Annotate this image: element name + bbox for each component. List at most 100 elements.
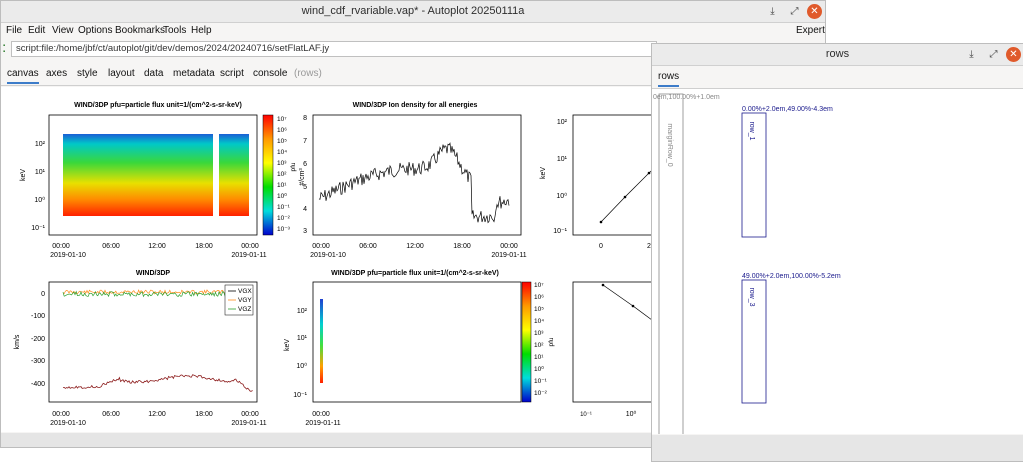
plot-4-legend-vgx: VGX: [238, 288, 252, 295]
plot-4-ytick: 0: [41, 291, 45, 298]
menu-view[interactable]: View: [52, 25, 74, 36]
row-1-label: 0.00%+2.0em,49.00%-4.3em: [742, 106, 833, 113]
plot-2-ytick: 8: [303, 115, 307, 122]
plot-5-colorbar: [521, 281, 532, 403]
plot-5-cbtick: 10⁻²: [534, 390, 548, 397]
menu-bar: File Edit View Options Bookmarks Tools H…: [1, 23, 825, 39]
plot-5-cbtick: 10⁰: [534, 365, 544, 373]
plot-5-cbtick: 10⁴: [534, 318, 544, 325]
plot-2-ytick: 4: [303, 206, 307, 213]
plot-3-point: [647, 171, 651, 175]
rows-title-bar[interactable]: rows ⤓ ⤢ ✕: [652, 44, 1023, 66]
plot-4-velocity[interactable]: WIND/3DP VGX VGY VGZ 0 -100 -200 -300 -4…: [14, 270, 267, 427]
plot-4-legend-vgz: VGZ: [238, 306, 251, 313]
plot-6-xtick-left: 10⁻¹: [580, 412, 592, 418]
plot-5-cbtick: 10³: [534, 330, 544, 337]
plot-1-spectrogram[interactable]: WIND/3DP pfu=particle flux unit=1/(cm^2-…: [20, 101, 297, 259]
plot-5-cbtick: 10⁶: [534, 294, 544, 301]
plot-1-cbtick: 10³: [277, 160, 287, 167]
menu-expert[interactable]: Expert: [796, 25, 825, 36]
plot-4-xdate: 2019-01-11: [231, 420, 266, 427]
plot-3-point: [623, 195, 627, 199]
plot-1-cbtick: 10⁶: [277, 127, 287, 134]
plot-5-cbtick: 10¹: [534, 354, 544, 361]
plot-1-xtick: 00:00: [241, 243, 259, 250]
plot-1-ytick: 10¹: [35, 169, 46, 176]
rows-layout-svg: 0em,100.00%+1.0em marginRow_0 0.00%+2.0e…: [653, 93, 841, 442]
plot-4-ytick: -300: [31, 358, 45, 365]
margin-row-rect-label: marginRow_0: [666, 123, 673, 166]
plot-5-ytick: 10¹: [297, 335, 308, 342]
menu-help[interactable]: Help: [191, 25, 212, 36]
plot-1-cbtick: 10⁷: [277, 116, 287, 123]
menu-options[interactable]: Options: [78, 25, 112, 36]
menu-bookmarks[interactable]: Bookmarks: [115, 25, 165, 36]
tab-canvas[interactable]: canvas: [7, 68, 39, 84]
plot-4-ytick: -100: [31, 313, 45, 320]
rows-layout-canvas[interactable]: 0em,100.00%+1.0em marginRow_0 0.00%+2.0e…: [652, 89, 1023, 442]
rows-window: rows ⤓ ⤢ ✕ rows 0em,100.00%+1.0em margin…: [651, 43, 1023, 462]
address-input[interactable]: script:file:/home/jbf/ct/autoplot/git/de…: [11, 41, 657, 57]
plot-1-spectrum-left: [63, 134, 213, 216]
menu-edit[interactable]: Edit: [28, 25, 45, 36]
tab-console[interactable]: console: [253, 68, 287, 79]
plot-5-ytick: 10²: [297, 308, 308, 315]
plot-5-title: WIND/3DP pfu=particle flux unit=1/(cm^2-…: [331, 269, 499, 277]
plot-1-cbtick: 10⁻¹: [277, 204, 291, 211]
maximize-icon[interactable]: ⤢: [986, 47, 1001, 62]
plot-6-point: [631, 304, 635, 308]
tab-axes[interactable]: axes: [46, 68, 67, 79]
maximize-icon[interactable]: ⤢: [787, 4, 802, 19]
menu-tools[interactable]: Tools: [163, 25, 186, 36]
menu-file[interactable]: File: [6, 25, 22, 36]
plot-4-xtick: 18:00: [195, 411, 213, 418]
plot-2-ion-density[interactable]: WIND/3DP Ion density for all energies 8 …: [299, 102, 527, 259]
plot-5-xtick: 00:00: [312, 411, 330, 418]
plot-3-point: [599, 220, 603, 224]
close-icon[interactable]: ✕: [1006, 47, 1021, 62]
plot-1-cbtick: 10²: [277, 171, 287, 178]
tab-rows[interactable]: rows: [658, 71, 680, 87]
plot-1-ytick: 10⁰: [34, 196, 45, 204]
minimize-icon[interactable]: ⤓: [964, 47, 979, 62]
plot-4-ylabel: km/s: [14, 334, 21, 349]
margin-row-label: 0em,100.00%+1.0em: [653, 94, 720, 101]
tab-style[interactable]: style: [77, 68, 98, 79]
plot-2-density-line: [318, 142, 510, 224]
tab-data[interactable]: data: [144, 68, 163, 79]
minimize-icon[interactable]: ⤓: [765, 4, 780, 19]
tab-layout[interactable]: layout: [108, 68, 135, 79]
plot-2-xtick: 18:00: [453, 243, 471, 250]
plot-4-ytick: -200: [31, 336, 45, 343]
plot-1-xtick: 06:00: [102, 243, 120, 250]
plot-1-xtick: 00:00: [52, 243, 70, 250]
tab-script[interactable]: script: [220, 68, 244, 79]
plot-5-ylabel: keV: [284, 339, 291, 351]
plot-1-ytick: 10²: [35, 141, 46, 148]
plot-1-xtick: 18:00: [195, 243, 213, 250]
plot-5-xdate: 2019-01-11: [305, 420, 340, 427]
plot-1-cbtick: 10⁻³: [277, 226, 291, 233]
plot-4-ytick: -400: [31, 381, 45, 388]
tab-rows[interactable]: (rows): [294, 68, 322, 79]
script-icon[interactable]: ▪ ▪: [3, 43, 9, 55]
plot-1-spectrum-right: [219, 134, 249, 216]
plot-1-colorbar: [262, 114, 274, 236]
plot-5-cbtick: 10²: [534, 342, 544, 349]
rows-tab-bar: rows: [652, 66, 1023, 89]
plot-5-ytick: 10⁻¹: [293, 392, 307, 399]
plot-1-cbtick: 10⁻²: [277, 215, 291, 222]
plot-4-xdate: 2019-01-10: [50, 420, 86, 427]
plot-1-xdate: 2019-01-10: [50, 252, 86, 259]
plot-5-cbtick: 10⁷: [534, 282, 544, 289]
title-bar[interactable]: wind_cdf_rvariable.vap* - Autoplot 20250…: [1, 1, 825, 23]
plot-5-cbtick: 10⁵: [534, 306, 544, 313]
window-title: wind_cdf_rvariable.vap* - Autoplot 20250…: [301, 5, 525, 17]
plot-2-ytick: 3: [303, 228, 307, 235]
plot-5-spectrogram[interactable]: WIND/3DP pfu=particle flux unit=1/(cm^2-…: [284, 269, 555, 427]
plot-4-vgz-line: [62, 374, 253, 392]
close-icon[interactable]: ✕: [807, 4, 822, 19]
tab-metadata[interactable]: metadata: [173, 68, 215, 79]
plot-2-xtick: 00:00: [500, 243, 518, 250]
plot-1-xdate: 2019-01-11: [231, 252, 266, 259]
